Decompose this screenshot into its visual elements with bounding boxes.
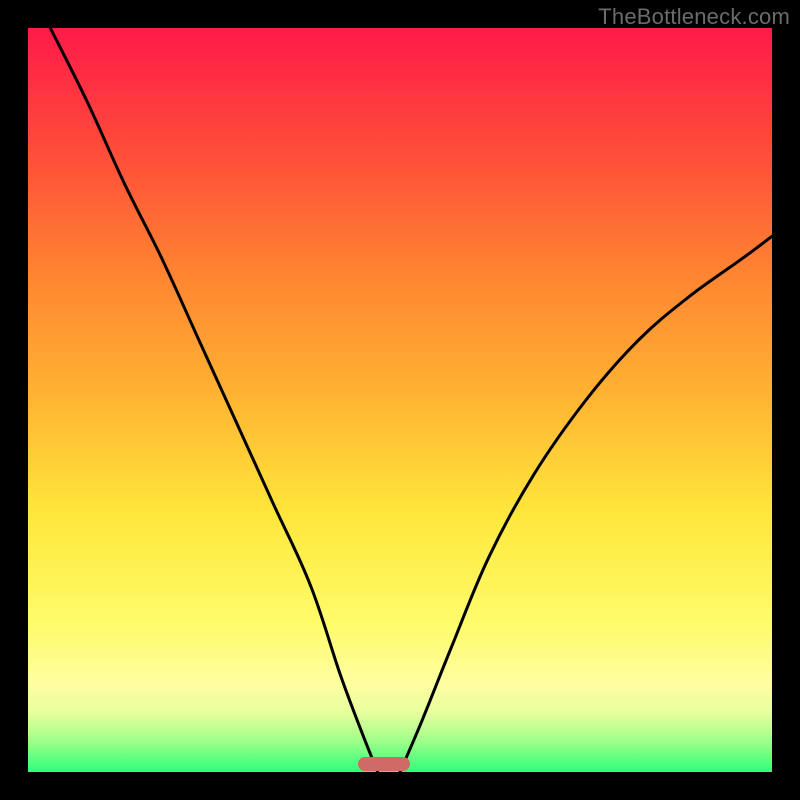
watermark-text: TheBottleneck.com xyxy=(598,4,790,30)
left-curve xyxy=(50,28,377,772)
curve-layer xyxy=(28,28,772,772)
bottleneck-marker xyxy=(358,757,410,771)
chart-frame: TheBottleneck.com xyxy=(0,0,800,800)
plot-area xyxy=(28,28,772,772)
right-curve xyxy=(400,236,772,772)
